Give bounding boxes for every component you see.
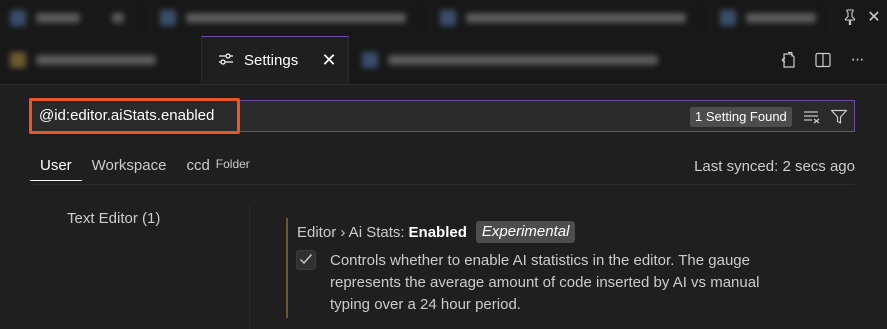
- settings-scope-tabs: User Workspace ccd Folder: [30, 154, 260, 184]
- blurred-tab[interactable]: [150, 0, 430, 36]
- blurred-label: [36, 13, 80, 23]
- blurred-tab[interactable]: [710, 0, 830, 36]
- tab-label: Settings: [244, 52, 299, 69]
- setting-description: Controls whether to enable AI statistics…: [330, 252, 760, 313]
- blurred-label: [746, 13, 816, 23]
- file-icon: [160, 10, 176, 26]
- last-synced-status: Last synced: 2 secs ago: [694, 158, 855, 175]
- tab-folder-label: ccd: [186, 157, 210, 174]
- settings-search-box: 1 Setting Found: [29, 98, 855, 134]
- title-tab-strip: ✕: [0, 0, 887, 37]
- tab-user-label: User: [40, 157, 72, 174]
- close-tab-icon[interactable]: ✕: [320, 50, 338, 70]
- blurred-tab[interactable]: [0, 0, 150, 36]
- more-actions-icon[interactable]: ···: [847, 50, 867, 70]
- pin-icon[interactable]: [841, 8, 859, 26]
- setting-category: Editor › Ai Stats:: [297, 223, 405, 241]
- editor-actions: ···: [779, 50, 867, 70]
- settings-sliders-icon: [218, 52, 234, 69]
- blurred-tab[interactable]: [430, 0, 710, 36]
- file-icon: [10, 52, 26, 68]
- tab-workspace-label: Workspace: [91, 157, 167, 174]
- results-count-badge: 1 Setting Found: [690, 107, 792, 127]
- tab-folder[interactable]: ccd Folder: [176, 154, 259, 181]
- setting-name: Enabled: [408, 223, 467, 241]
- editor-tab-bar: Settings ✕ ···: [0, 36, 887, 85]
- experimental-tag[interactable]: Experimental: [475, 221, 576, 243]
- tab-folder-sublabel: Folder: [215, 157, 250, 171]
- blurred-label: [112, 13, 124, 23]
- split-editor-icon[interactable]: [813, 50, 833, 70]
- blurred-label: [36, 55, 156, 65]
- filter-icon[interactable]: [828, 106, 850, 128]
- blurred-label: [186, 13, 406, 23]
- scope-divider: [30, 184, 855, 185]
- file-icon: [362, 52, 378, 68]
- tab-settings[interactable]: Settings ✕: [201, 36, 349, 84]
- tab-user[interactable]: User: [30, 154, 82, 181]
- file-icon: [720, 10, 736, 26]
- modified-setting-marker: [286, 218, 288, 318]
- blurred-label: [466, 13, 686, 23]
- tab-workspace[interactable]: Workspace: [82, 154, 177, 181]
- checkmark-icon: [299, 252, 313, 268]
- close-icon[interactable]: ✕: [866, 8, 882, 26]
- blurred-editor-tab[interactable]: [350, 36, 770, 84]
- open-json-icon[interactable]: [779, 50, 799, 70]
- clear-search-icon[interactable]: [801, 106, 823, 128]
- setting-title: Editor › Ai Stats: Enabled Experimental: [297, 221, 576, 243]
- setting-enabled-checkbox[interactable]: [296, 250, 316, 270]
- settings-search-input[interactable]: [39, 101, 659, 131]
- toc-divider: [249, 205, 250, 329]
- toc-item-text-editor[interactable]: Text Editor (1): [67, 210, 160, 227]
- file-icon: [440, 10, 456, 26]
- blurred-editor-tab[interactable]: [0, 36, 198, 84]
- file-icon: [10, 10, 26, 26]
- blurred-label: [388, 55, 658, 65]
